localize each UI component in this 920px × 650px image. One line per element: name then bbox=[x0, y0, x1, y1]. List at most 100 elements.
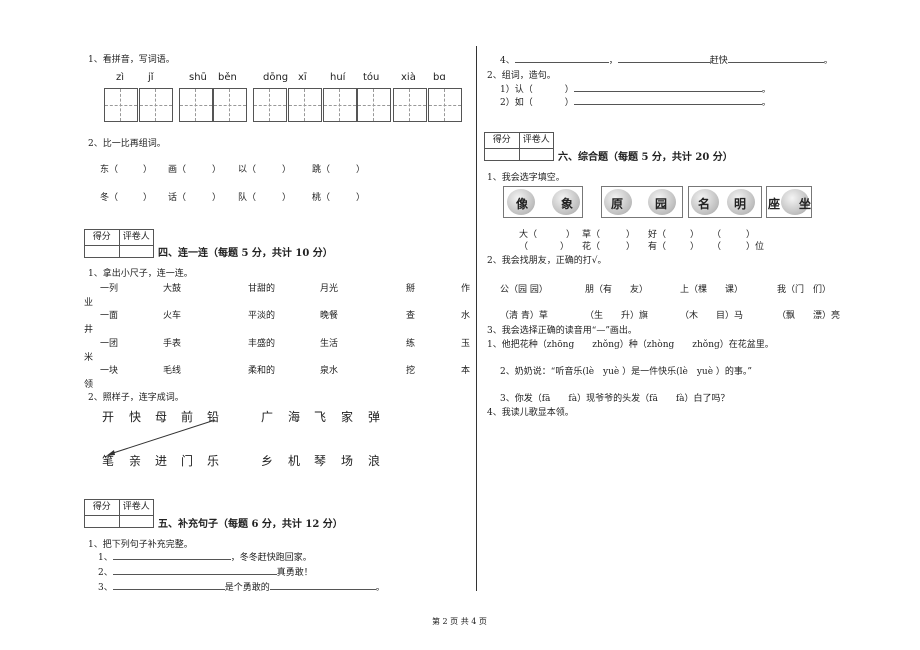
match-word[interactable]: 一块 bbox=[100, 363, 118, 376]
apple-char[interactable]: 名 bbox=[698, 195, 710, 212]
fill-blank[interactable]: ） bbox=[626, 239, 635, 252]
score-entry[interactable] bbox=[484, 149, 554, 161]
writing-grid[interactable] bbox=[179, 88, 213, 122]
writing-grid[interactable] bbox=[139, 88, 173, 122]
score-entry[interactable] bbox=[84, 516, 154, 528]
compare-blank[interactable]: ） bbox=[143, 190, 152, 203]
answer-blank[interactable] bbox=[112, 581, 225, 590]
answer-blank[interactable] bbox=[514, 54, 609, 63]
writing-grid[interactable] bbox=[253, 88, 287, 122]
match-word[interactable]: 泉水 bbox=[320, 363, 338, 376]
apple-char[interactable]: 园 bbox=[655, 195, 667, 212]
char-bottom[interactable]: 场 bbox=[341, 452, 353, 469]
pair-choice[interactable]: 公（园 园） bbox=[500, 282, 548, 295]
char-top[interactable]: 海 bbox=[288, 408, 300, 425]
answer-blank[interactable] bbox=[617, 54, 710, 63]
apple-char[interactable]: 座 bbox=[768, 195, 780, 212]
word-sentence-line-2[interactable]: 2）如（ ） 。 bbox=[500, 95, 771, 108]
pair-choice[interactable]: 我（门 们） bbox=[777, 282, 831, 295]
char-bottom[interactable]: 浪 bbox=[368, 452, 380, 469]
match-word[interactable]: 柔和的 bbox=[248, 363, 275, 376]
fill-blank[interactable]: ） bbox=[560, 239, 569, 252]
match-word[interactable]: 一面 bbox=[100, 308, 118, 321]
pinyin-5: dōng bbox=[263, 72, 289, 83]
line-number: 1、 bbox=[98, 553, 113, 563]
answer-blank[interactable] bbox=[112, 551, 231, 560]
char-top[interactable]: 弹 bbox=[368, 408, 380, 425]
sentence-line-2[interactable]: 2、 真勇敢！ bbox=[98, 565, 313, 578]
char-top[interactable]: 家 bbox=[341, 408, 353, 425]
writing-grid[interactable] bbox=[393, 88, 427, 122]
char-top[interactable]: 广 bbox=[261, 408, 273, 425]
compare-blank[interactable]: ） bbox=[212, 190, 221, 203]
match-word[interactable]: 一列 bbox=[100, 281, 118, 294]
pair-choice[interactable]: （生 升）旗 bbox=[585, 308, 648, 321]
compare-blank[interactable]: ） bbox=[282, 190, 291, 203]
pair-choice[interactable]: （木 目）马 bbox=[680, 308, 743, 321]
apple-char[interactable]: 原 bbox=[611, 195, 623, 212]
match-word[interactable]: 晚餐 bbox=[320, 308, 338, 321]
match-word[interactable]: 毛线 bbox=[163, 363, 181, 376]
answer-blank[interactable] bbox=[112, 566, 277, 575]
match-word[interactable]: 大鼓 bbox=[163, 281, 181, 294]
word-sentence-line-1[interactable]: 1）认（ ） 。 bbox=[500, 82, 771, 95]
writing-grid[interactable] bbox=[357, 88, 391, 122]
match-word[interactable]: 玉 bbox=[461, 336, 470, 349]
score-entry[interactable] bbox=[84, 246, 154, 258]
char-bottom[interactable]: 亲 bbox=[129, 452, 141, 469]
match-word[interactable]: 本 bbox=[461, 363, 470, 376]
writing-grid[interactable] bbox=[213, 88, 247, 122]
compare-blank[interactable]: ） bbox=[282, 162, 291, 175]
writing-grid[interactable] bbox=[323, 88, 357, 122]
match-word[interactable]: 挖 bbox=[406, 363, 415, 376]
match-word[interactable]: 丰盛的 bbox=[248, 336, 275, 349]
match-word[interactable]: 一团 bbox=[100, 336, 118, 349]
pronunciation-sentence-1[interactable]: 1、他把花种（zhōng zhǒng）种（zhòng zhǒng）在花盆里。 bbox=[487, 337, 774, 350]
answer-blank[interactable] bbox=[727, 54, 824, 63]
apple-char[interactable]: 明 bbox=[734, 195, 746, 212]
answer-blank[interactable] bbox=[269, 581, 376, 590]
pair-choice[interactable]: （清 青）草 bbox=[500, 308, 548, 321]
compare-blank[interactable]: ） bbox=[143, 162, 152, 175]
match-word[interactable]: 甘甜的 bbox=[248, 281, 275, 294]
fill-blank[interactable]: ） bbox=[690, 239, 699, 252]
pronunciation-sentence-3[interactable]: 3、你发（fā fà）现爷爷的头发（fā fà）白了吗？ bbox=[500, 391, 730, 404]
compare-blank[interactable]: ） bbox=[356, 190, 365, 203]
writing-grid[interactable] bbox=[104, 88, 138, 122]
match-word[interactable]: 作 bbox=[461, 281, 470, 294]
char-bottom[interactable]: 进 bbox=[155, 452, 167, 469]
match-word[interactable]: 手表 bbox=[163, 336, 181, 349]
apple-char[interactable]: 像 bbox=[516, 195, 528, 212]
char-top[interactable]: 飞 bbox=[314, 408, 326, 425]
match-word[interactable]: 月光 bbox=[320, 281, 338, 294]
match-word[interactable]: 练 bbox=[406, 336, 415, 349]
match-word[interactable]: 生活 bbox=[320, 336, 338, 349]
pronunciation-sentence-2[interactable]: 2、奶奶说：“听音乐(lè yuè ）是一件快乐(lè yuè ）的事。” bbox=[500, 364, 752, 377]
writing-grid[interactable] bbox=[288, 88, 322, 122]
match-word[interactable]: 水 bbox=[461, 308, 470, 321]
pair-choice[interactable]: 朋（有 友） bbox=[585, 282, 648, 295]
char-bottom[interactable]: 乡 bbox=[261, 452, 273, 469]
match-word[interactable]: 查 bbox=[406, 308, 415, 321]
sentence-line-4[interactable]: 4、 ， 赶快 。 bbox=[500, 53, 833, 66]
compare-blank[interactable]: ） bbox=[212, 162, 221, 175]
char-bottom[interactable]: 机 bbox=[288, 452, 300, 469]
fill-blank[interactable]: ）位 bbox=[746, 239, 764, 252]
char-bottom[interactable]: 乐 bbox=[207, 452, 219, 469]
match-word[interactable]: 平淡的 bbox=[248, 308, 275, 321]
pair-choice[interactable]: 上（棵 课） bbox=[680, 282, 743, 295]
compare-blank[interactable]: ） bbox=[356, 162, 365, 175]
char-bottom[interactable]: 笔 bbox=[102, 452, 114, 469]
sentence-line-3[interactable]: 3、 是个勇敢的 。 bbox=[98, 580, 385, 593]
char-bottom[interactable]: 门 bbox=[181, 452, 193, 469]
sentence-line-1[interactable]: 1、 ，冬冬赶快跑回家。 bbox=[98, 550, 312, 563]
match-word[interactable]: 火车 bbox=[163, 308, 181, 321]
apple-char[interactable]: 坐 bbox=[799, 195, 811, 212]
answer-blank[interactable] bbox=[573, 96, 762, 105]
pair-choice[interactable]: （飘 漂）亮 bbox=[777, 308, 840, 321]
char-bottom[interactable]: 琴 bbox=[314, 452, 326, 469]
apple-char[interactable]: 象 bbox=[561, 195, 573, 212]
answer-blank[interactable] bbox=[573, 83, 762, 92]
writing-grid[interactable] bbox=[428, 88, 462, 122]
match-word[interactable]: 掰 bbox=[406, 281, 415, 294]
